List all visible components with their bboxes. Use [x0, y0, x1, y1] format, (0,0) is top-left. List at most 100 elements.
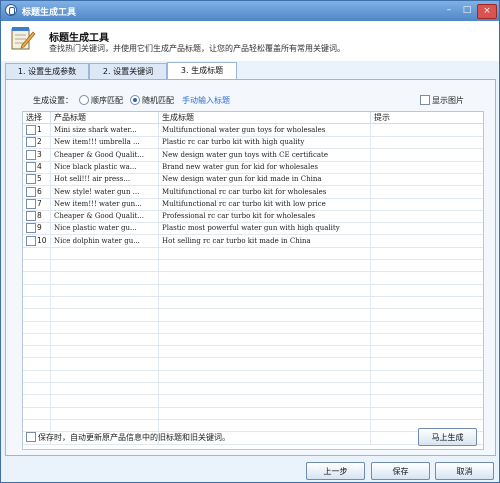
generated-title-cell — [159, 247, 371, 259]
sequential-label[interactable]: 顺序匹配 — [91, 95, 123, 106]
product-title-cell — [51, 419, 159, 432]
cancel-button[interactable]: 取消 — [435, 462, 494, 480]
product-title-cell: Cheaper & Good Qualit... — [51, 148, 159, 161]
tab-set-keywords[interactable]: 2. 设置关键词 — [89, 63, 167, 79]
table-row — [23, 308, 483, 322]
hint-cell — [371, 407, 483, 419]
product-title-cell: Hot sell!!! air press... — [51, 173, 159, 186]
select-cell — [23, 419, 51, 432]
table-row[interactable]: 2 New item!!! umbrella ... Plastic rc car … — [23, 136, 483, 150]
window-title: 标题生成工具 — [22, 8, 77, 18]
titles-table: 选择 产品标题 生成标题 提示 1 Mini size shark water..… — [22, 111, 484, 450]
generated-title-cell — [159, 333, 371, 346]
previous-step-button[interactable]: 上一步 — [306, 462, 365, 480]
table-row[interactable]: 8 Cheaper & Good Qualit... Professional rc… — [23, 210, 483, 224]
table-row[interactable]: 1 Mini size shark water... Multifunctional… — [23, 124, 483, 137]
close-button[interactable]: × — [477, 4, 497, 19]
generated-title-cell — [159, 419, 371, 432]
row-checkbox[interactable] — [26, 149, 36, 160]
product-title-cell — [51, 283, 159, 296]
generated-title-cell: Brand new water gun for kid for wholesal… — [159, 160, 371, 173]
generated-title-cell: Multifunctional rc car turbo kit for who… — [159, 185, 371, 198]
product-title-cell: New item!!! water gun... — [51, 197, 159, 210]
table-row — [23, 394, 483, 408]
product-title-cell — [51, 333, 159, 346]
row-checkbox[interactable] — [26, 125, 36, 135]
table-row[interactable]: 5 Hot sell!!! air press... New design wate… — [23, 173, 483, 187]
title-bar[interactable]: 标题生成工具 – □ × — [1, 1, 499, 21]
generate-now-button[interactable]: 马上生成 — [418, 428, 477, 446]
select-cell — [23, 271, 51, 284]
generated-title-cell — [159, 259, 371, 272]
table-row[interactable]: 7 New item!!! water gun... Multifunctional… — [23, 197, 483, 211]
table-row[interactable]: 4 Nice black plastic wa... Brand new water… — [23, 160, 483, 174]
generated-title-cell — [159, 382, 371, 395]
minimize-button[interactable]: – — [441, 4, 457, 17]
product-title-cell: New style! water gun ... — [51, 185, 159, 198]
generated-title-cell: Hot selling rc car turbo kit made in Chi… — [159, 234, 371, 247]
generated-title-cell — [159, 345, 371, 358]
hint-cell — [371, 370, 483, 382]
show-image-label[interactable]: 显示图片 — [432, 95, 464, 106]
row-checkbox[interactable] — [26, 235, 36, 246]
generated-title-cell: New design water gun for kid made in Chi… — [159, 173, 371, 186]
row-checkbox[interactable] — [26, 186, 36, 197]
hint-cell — [371, 198, 483, 210]
table-row — [23, 271, 483, 285]
generated-title-cell: Plastic rc car turbo kit with high quali… — [159, 136, 371, 149]
row-checkbox[interactable] — [26, 211, 36, 222]
product-title-cell — [51, 345, 159, 358]
tab-generate-titles[interactable]: 3. 生成标题 — [167, 62, 237, 80]
hint-cell — [371, 358, 483, 370]
column-header-hint: 提示 — [371, 112, 483, 124]
generated-title-cell — [159, 296, 371, 309]
save-update-checkbox[interactable] — [26, 432, 36, 442]
row-number: 3 — [37, 149, 42, 159]
hint-cell — [371, 345, 483, 357]
hint-cell — [371, 124, 483, 136]
row-number: 5 — [37, 174, 42, 184]
row-checkbox[interactable] — [26, 137, 36, 148]
maximize-button[interactable]: □ — [459, 4, 475, 17]
hint-cell — [371, 222, 483, 234]
row-number: 7 — [37, 198, 42, 208]
generated-title-cell: Multifunctional water gun toys for whole… — [159, 124, 371, 136]
select-cell — [23, 283, 51, 296]
header-title: 标题生成工具 — [49, 33, 109, 44]
hint-cell — [371, 161, 483, 173]
table-row[interactable]: 10 Nice dolphin water gu... Hot selling rc… — [23, 234, 483, 248]
product-title-cell — [51, 296, 159, 309]
row-checkbox[interactable] — [26, 161, 36, 172]
select-cell — [23, 370, 51, 382]
select-cell — [23, 382, 51, 395]
table-row — [23, 296, 483, 310]
table-row — [23, 345, 483, 359]
save-button[interactable]: 保存 — [371, 462, 430, 480]
select-cell: 3 — [23, 148, 51, 161]
row-checkbox[interactable] — [26, 223, 36, 234]
save-update-label[interactable]: 保存时，自动更新原产品信息中的旧标题和旧关键词。 — [38, 432, 230, 443]
select-cell — [23, 308, 51, 321]
table-row — [23, 419, 483, 433]
product-title-cell: Cheaper & Good Qualit... — [51, 210, 159, 223]
sequential-radio[interactable] — [79, 95, 89, 105]
row-checkbox[interactable] — [26, 198, 36, 209]
table-row[interactable]: 3 Cheaper & Good Qualit... New design wate… — [23, 148, 483, 162]
show-image-checkbox[interactable] — [420, 95, 430, 105]
random-label[interactable]: 随机匹配 — [142, 95, 174, 106]
table-row[interactable]: 6 New style! water gun ... Multifunctional… — [23, 185, 483, 199]
row-number: 8 — [37, 211, 42, 221]
hint-cell — [371, 210, 483, 222]
manual-input-link[interactable]: 手动输入标题 — [182, 95, 230, 106]
row-checkbox[interactable] — [26, 174, 36, 185]
select-cell: 4 — [23, 160, 51, 173]
hint-cell — [371, 186, 483, 198]
random-radio[interactable] — [130, 95, 140, 105]
table-row — [23, 283, 483, 297]
tab-set-parameters[interactable]: 1. 设置生成参数 — [5, 63, 89, 79]
hint-cell — [371, 235, 483, 247]
table-row[interactable]: 9 Nice plastic water gu... Plastic most po… — [23, 222, 483, 236]
table-row — [23, 370, 483, 383]
select-cell: 10 — [23, 234, 51, 247]
row-number: 2 — [37, 137, 42, 147]
